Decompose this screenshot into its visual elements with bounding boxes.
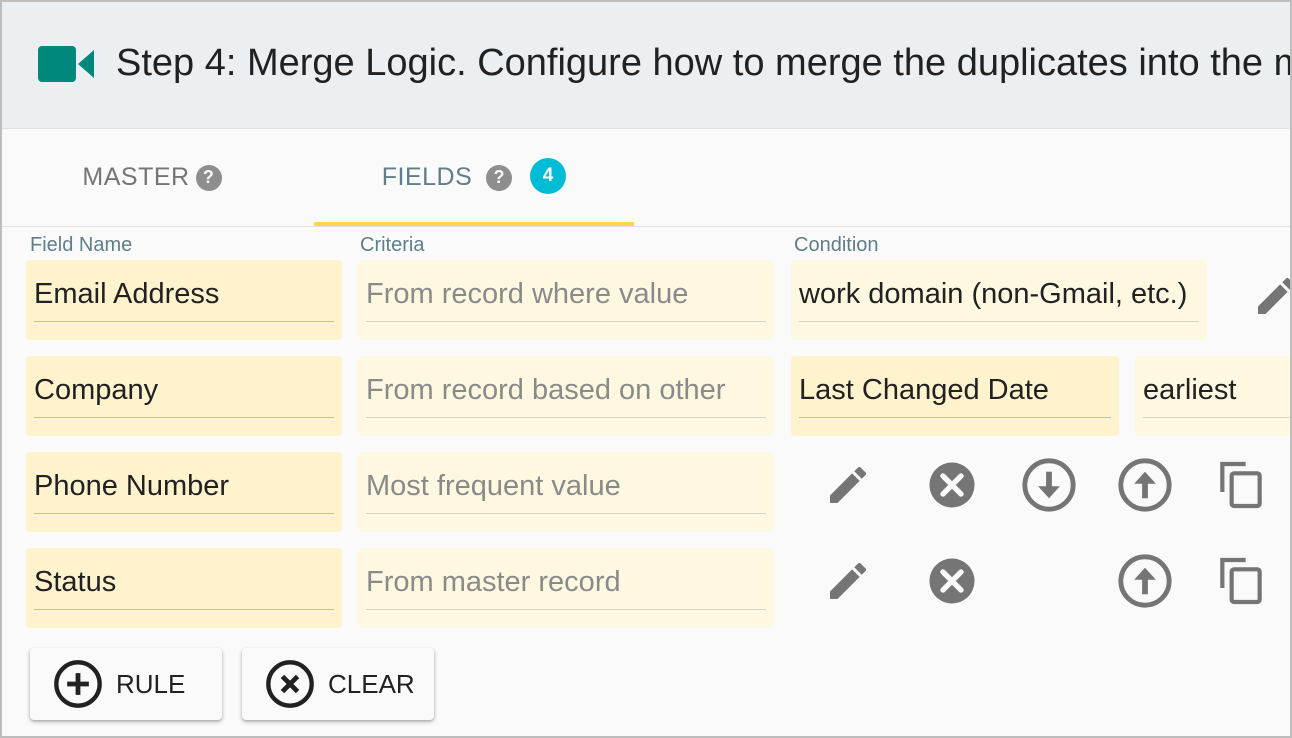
field-name-select[interactable]: Company bbox=[26, 356, 342, 436]
field-name-select[interactable]: Email Address bbox=[26, 260, 342, 340]
add-rule-button[interactable]: RULE bbox=[30, 648, 222, 720]
column-label-criteria: Criteria bbox=[360, 234, 425, 256]
condition-field-value: Last Changed Date bbox=[799, 374, 1049, 406]
criteria-value: From record where value bbox=[366, 278, 689, 310]
condition-value: work domain (non-Gmail, etc.) bbox=[799, 278, 1188, 310]
cancel-circle-icon bbox=[929, 462, 975, 508]
arrow-up-circle-icon bbox=[1118, 458, 1172, 512]
fields-count-badge: 4 bbox=[530, 157, 567, 194]
field-name-select[interactable]: Status bbox=[26, 548, 342, 628]
page-title: Step 4: Merge Logic. Configure how to me… bbox=[116, 42, 1290, 84]
condition-order-value: earliest bbox=[1143, 374, 1237, 406]
arrow-down-circle-icon bbox=[1022, 458, 1076, 512]
criteria-value: Most frequent value bbox=[366, 470, 621, 502]
cancel-circle-icon bbox=[929, 558, 975, 604]
arrow-up-circle-icon bbox=[1118, 554, 1172, 608]
video-camera-icon bbox=[38, 46, 94, 82]
condition-select[interactable]: work domain (non-Gmail, etc.) bbox=[791, 260, 1207, 340]
move-down-button[interactable] bbox=[1017, 453, 1081, 517]
clear-label: CLEAR bbox=[328, 668, 415, 699]
remove-button[interactable] bbox=[920, 549, 984, 613]
clear-button[interactable]: CLEAR bbox=[242, 648, 434, 720]
tab-fields-label: FIELDS bbox=[381, 163, 473, 191]
app-frame: Step 4: Merge Logic. Configure how to me… bbox=[0, 0, 1292, 738]
pencil-icon bbox=[1258, 277, 1290, 314]
pencil-icon bbox=[830, 466, 867, 503]
field-name-value: Status bbox=[34, 566, 117, 598]
criteria-select[interactable]: Most frequent value bbox=[358, 452, 774, 532]
edit-button[interactable] bbox=[816, 453, 880, 517]
edit-button[interactable] bbox=[1244, 264, 1290, 328]
criteria-value: From record based on other bbox=[366, 374, 726, 406]
field-name-value: Company bbox=[34, 374, 159, 406]
field-name-value: Phone Number bbox=[34, 470, 230, 502]
tab-bar: MASTER ? FIELDS ? 4 bbox=[2, 129, 1290, 227]
plus-circle-icon bbox=[54, 660, 102, 708]
copy-button[interactable] bbox=[1209, 549, 1273, 613]
column-label-field-name: Field Name bbox=[30, 234, 133, 256]
page-header: Step 4: Merge Logic. Configure how to me… bbox=[2, 2, 1290, 129]
move-up-button[interactable] bbox=[1113, 549, 1177, 613]
tab-fields[interactable]: FIELDS ? 4 bbox=[314, 129, 634, 226]
edit-button[interactable] bbox=[816, 549, 880, 613]
close-circle-icon bbox=[266, 660, 314, 708]
move-up-button[interactable] bbox=[1113, 453, 1177, 517]
copy-icon bbox=[1220, 557, 1262, 605]
tab-master[interactable]: MASTER ? bbox=[42, 129, 262, 226]
field-name-select[interactable]: Phone Number bbox=[26, 452, 342, 532]
copy-button[interactable] bbox=[1209, 453, 1273, 517]
field-name-value: Email Address bbox=[34, 278, 220, 310]
pencil-icon bbox=[830, 562, 867, 599]
help-icon[interactable]: ? bbox=[195, 164, 222, 191]
copy-icon bbox=[1220, 461, 1262, 509]
condition-field-select[interactable]: Last Changed Date bbox=[791, 356, 1119, 436]
tab-master-label: MASTER bbox=[82, 163, 190, 191]
condition-order-select[interactable]: earliest bbox=[1135, 356, 1290, 436]
add-rule-label: RULE bbox=[116, 668, 186, 699]
column-label-condition: Condition bbox=[794, 234, 879, 256]
criteria-select[interactable]: From record based on other bbox=[358, 356, 774, 436]
criteria-select[interactable]: From record where value bbox=[358, 260, 774, 340]
criteria-value: From master record bbox=[366, 566, 621, 598]
criteria-select[interactable]: From master record bbox=[358, 548, 774, 628]
remove-button[interactable] bbox=[920, 453, 984, 517]
help-icon[interactable]: ? bbox=[486, 164, 513, 191]
